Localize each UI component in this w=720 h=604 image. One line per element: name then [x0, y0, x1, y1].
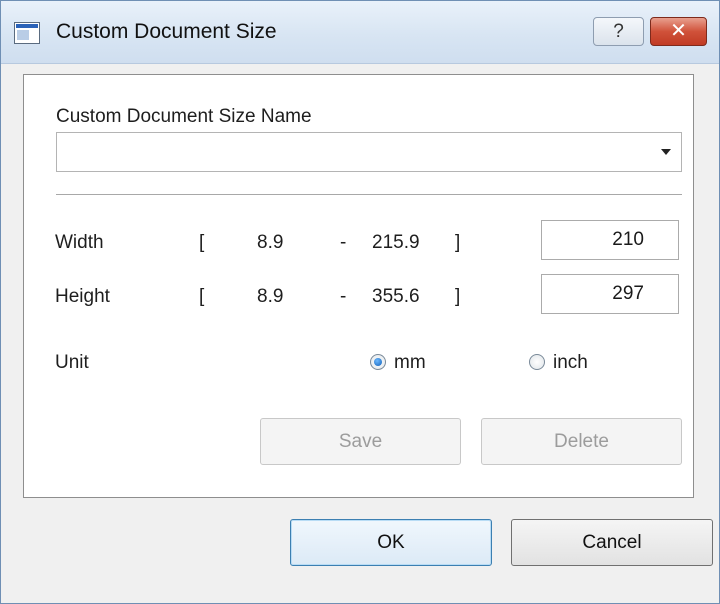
height-range-max: 355.6: [372, 286, 420, 307]
unit-inch-label[interactable]: inch: [553, 352, 588, 374]
unit-mm-label[interactable]: mm: [394, 352, 426, 374]
height-range-bracket-close: ]: [455, 286, 461, 307]
width-range-min: 8.9: [257, 232, 284, 253]
height-range-dash: -: [340, 286, 347, 307]
width-range-max: 215.9: [372, 232, 420, 253]
ok-button[interactable]: OK: [290, 519, 492, 566]
unit-label: Unit: [55, 352, 89, 373]
width-range-dash: -: [340, 232, 347, 253]
width-range-bracket-open: [: [199, 232, 205, 253]
separator: [56, 194, 682, 195]
height-input[interactable]: 297: [541, 274, 679, 314]
close-icon: ✕: [670, 20, 687, 42]
cancel-button[interactable]: Cancel: [511, 519, 713, 566]
width-label: Width: [55, 232, 104, 253]
height-label: Height: [55, 286, 110, 307]
dialog-title: Custom Document Size: [56, 20, 277, 43]
width-range-bracket-close: ]: [455, 232, 461, 253]
dropdown-arrow-icon[interactable]: [661, 149, 671, 155]
save-button[interactable]: Save: [260, 418, 461, 465]
height-range-bracket-open: [: [199, 286, 205, 307]
settings-panel: Custom Document Size Name Width [ 8.9 - …: [23, 74, 694, 498]
name-label: Custom Document Size Name: [56, 106, 312, 127]
width-input[interactable]: 210: [541, 220, 679, 260]
help-button[interactable]: ?: [593, 17, 644, 46]
window-icon: [14, 22, 40, 44]
title-bar[interactable]: Custom Document Size ? ✕: [1, 1, 719, 64]
height-range-min: 8.9: [257, 286, 284, 307]
radio-unselected-icon[interactable]: [529, 354, 545, 370]
delete-button[interactable]: Delete: [481, 418, 682, 465]
radio-selected-icon[interactable]: [370, 354, 386, 370]
close-button[interactable]: ✕: [650, 17, 707, 46]
custom-document-size-dialog: Custom Document Size ? ✕ Custom Document…: [0, 0, 720, 604]
document-size-name-combo[interactable]: [56, 132, 682, 172]
